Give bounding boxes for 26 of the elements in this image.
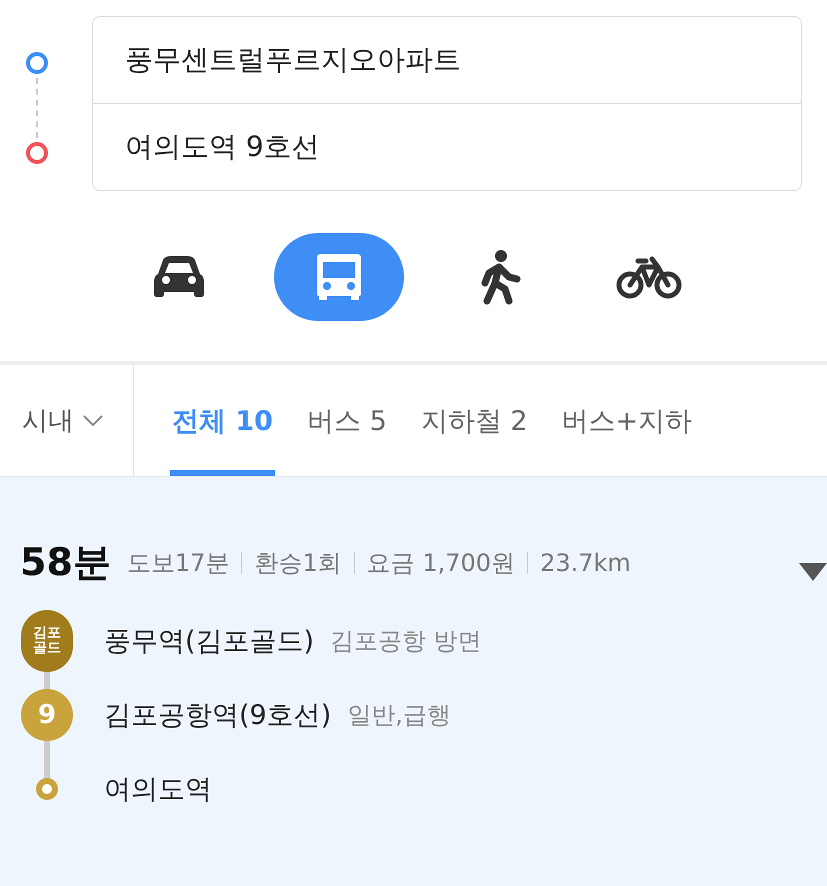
route-result-card[interactable]: 58분 도보17분 환승1회 요금 1,700원 23.7km 김포골드 풍무역(김포골드) 김포공항 방면 9 김포공항역(9호선) 일반,급행 여의도역 [0, 477, 827, 886]
line-badge: 9 [21, 689, 73, 741]
tab[interactable]: 지하철 2 [418, 365, 530, 476]
stop-name: 풍무역(김포골드) [104, 625, 314, 659]
stop-note: 김포공항 방면 [330, 626, 482, 657]
destination-field[interactable]: 여의도역 9호선 [93, 103, 801, 190]
route-detail: 도보17분 [126, 548, 230, 578]
travel-time: 58분 [20, 539, 111, 586]
origin-field[interactable]: 풍무센트럴푸르지오아파트 [93, 17, 801, 103]
bus-icon [314, 252, 362, 302]
stop-name: 여의도역 [104, 773, 212, 807]
stop-name: 김포공항역(9호선) [104, 699, 332, 733]
dropdown-triangle-icon[interactable] [799, 563, 827, 581]
route-detail: 요금 1,700원 [366, 548, 516, 578]
tab[interactable]: 버스+지하 [560, 365, 694, 476]
route-detail: 23.7km [540, 548, 631, 576]
route-detail: 환승1회 [254, 548, 342, 578]
tab[interactable]: 버스 5 [304, 365, 389, 476]
line-badge: 김포골드 [21, 610, 73, 672]
origin-marker-icon [26, 52, 48, 74]
chevron-down-icon [82, 414, 104, 428]
stop-note: 일반,급행 [347, 700, 451, 731]
bicycle-icon [616, 255, 682, 299]
car-icon [152, 254, 204, 300]
destination-marker-icon [26, 142, 48, 164]
region-dropdown[interactable]: 시내 [0, 365, 134, 476]
